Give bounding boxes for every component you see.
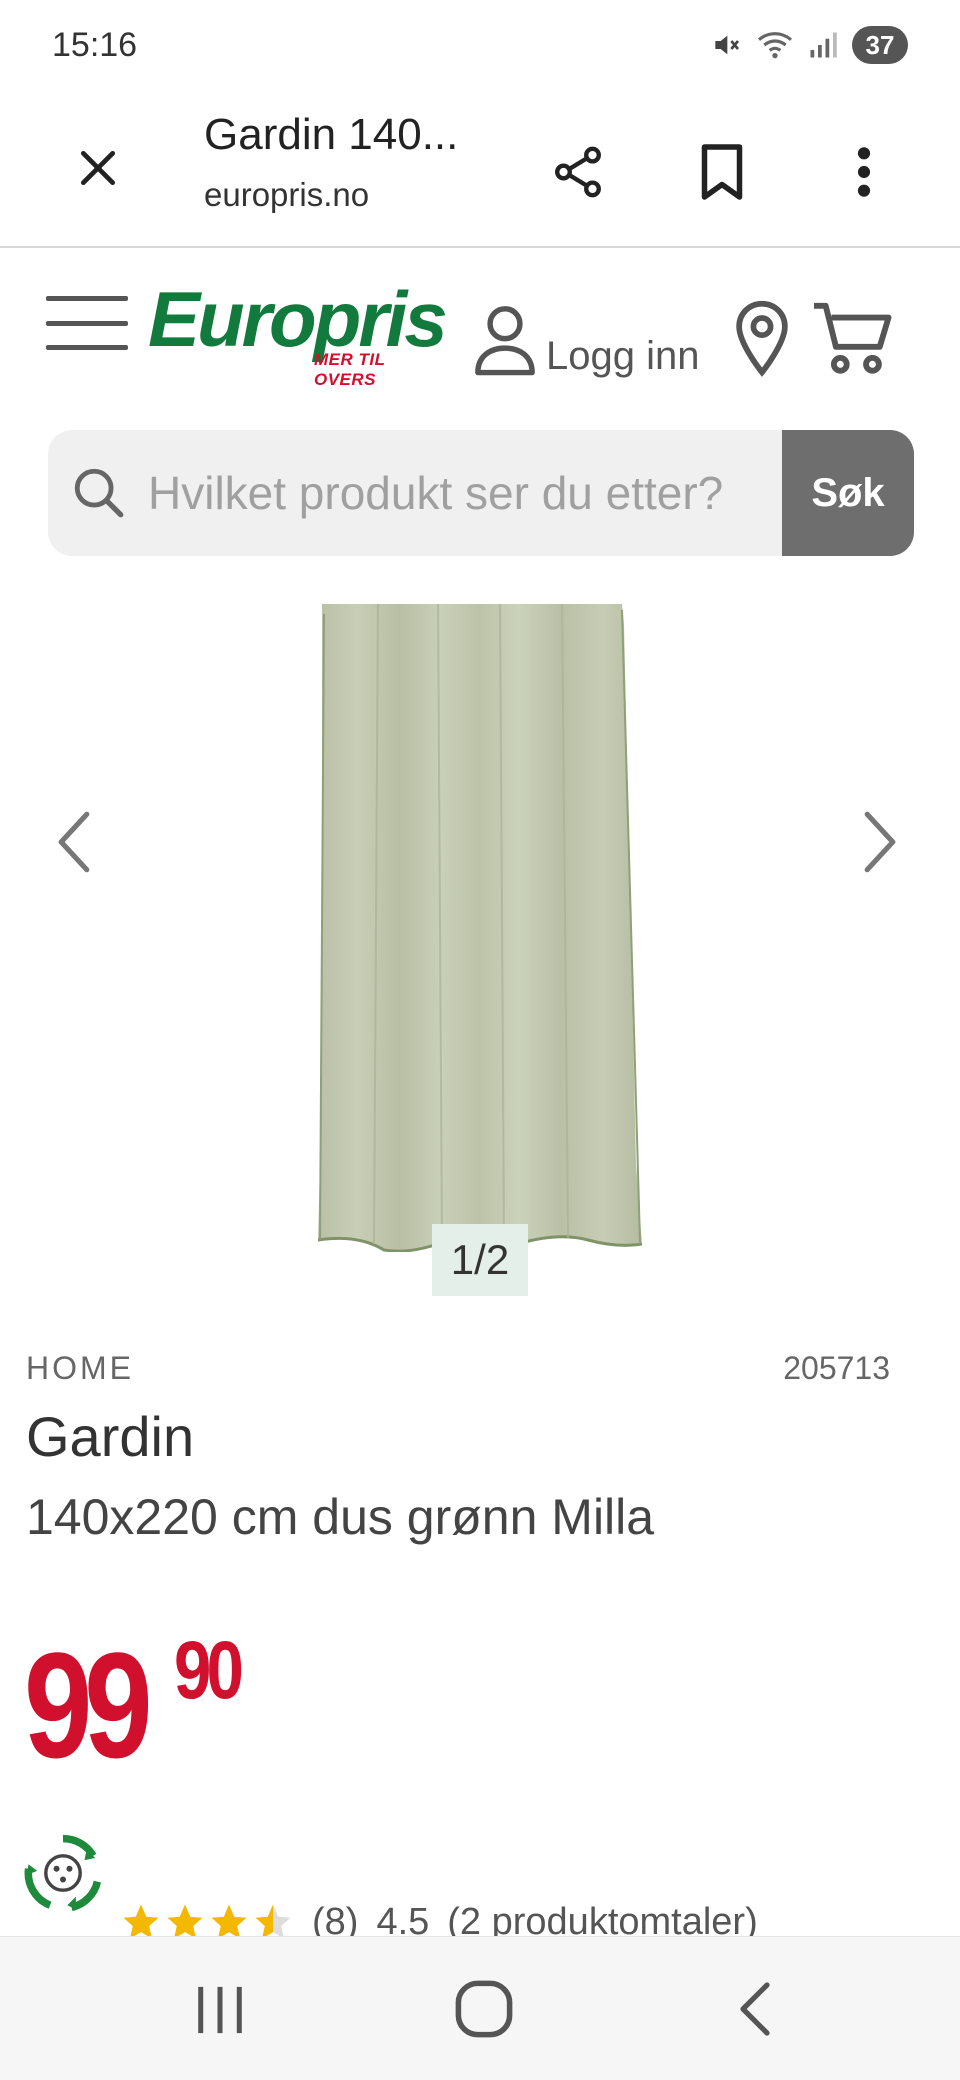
site-header: Europris MER TIL OVERS Logg inn xyxy=(0,250,960,410)
status-bar: 15:16 37 xyxy=(0,0,960,92)
search-input[interactable] xyxy=(148,430,788,556)
gallery-prev-button[interactable] xyxy=(52,810,96,874)
browser-tab-header: Gardin 140... europris.no xyxy=(0,92,960,248)
login-label: Logg inn xyxy=(546,334,700,378)
back-icon[interactable] xyxy=(730,1979,780,2039)
close-tab-button[interactable] xyxy=(62,132,134,204)
menu-button[interactable] xyxy=(46,292,128,354)
store-locator-icon[interactable] xyxy=(732,298,792,378)
status-icons: 37 xyxy=(710,26,908,64)
product-price: 99 90 xyxy=(24,1630,253,1790)
gallery-next-button[interactable] xyxy=(858,810,902,874)
gallery-counter: 1/2 xyxy=(432,1224,528,1296)
system-nav-bar xyxy=(0,1936,960,2080)
recycle-icon xyxy=(24,1834,102,1912)
search-button[interactable]: Søk xyxy=(782,430,914,556)
europris-logo[interactable]: Europris MER TIL OVERS xyxy=(148,280,448,389)
share-button[interactable] xyxy=(538,132,618,212)
menu-line xyxy=(46,320,128,326)
search-bar: Søk xyxy=(48,430,914,556)
product-brand[interactable]: HOME xyxy=(26,1350,134,1387)
battery-icon: 37 xyxy=(852,26,908,64)
tab-title: Gardin 140... xyxy=(204,110,459,159)
more-icon xyxy=(857,147,871,197)
product-subtitle: 140x220 cm dus grønn Milla xyxy=(26,1489,655,1545)
bookmark-icon xyxy=(701,144,743,200)
signal-icon xyxy=(810,32,837,58)
menu-line xyxy=(46,345,128,350)
more-options-button[interactable] xyxy=(824,132,904,212)
login-link[interactable]: Logg inn xyxy=(472,298,699,378)
mute-icon xyxy=(715,35,740,55)
menu-line xyxy=(46,296,128,301)
product-image-curtain[interactable] xyxy=(318,604,642,1252)
price-integer: 99 xyxy=(24,1621,153,1789)
close-icon xyxy=(80,150,116,186)
tab-url: europris.no xyxy=(204,176,370,213)
price-decimal: 90 xyxy=(174,1625,244,1716)
logo-tagline: MER TIL OVERS xyxy=(314,350,386,389)
product-title: Gardin xyxy=(26,1405,195,1468)
user-icon xyxy=(475,306,535,376)
share-icon xyxy=(555,146,601,198)
bookmark-button[interactable] xyxy=(682,132,762,212)
recents-icon[interactable] xyxy=(190,1983,250,2037)
status-time: 15:16 xyxy=(52,26,138,64)
product-sku: 205713 xyxy=(783,1350,890,1386)
product-gallery: 1/2 xyxy=(0,600,960,1300)
logo-wordmark: Europris xyxy=(148,275,448,363)
cart-icon[interactable] xyxy=(810,300,894,376)
search-icon xyxy=(74,468,124,518)
wifi-icon xyxy=(757,32,793,59)
home-icon[interactable] xyxy=(452,1977,516,2041)
